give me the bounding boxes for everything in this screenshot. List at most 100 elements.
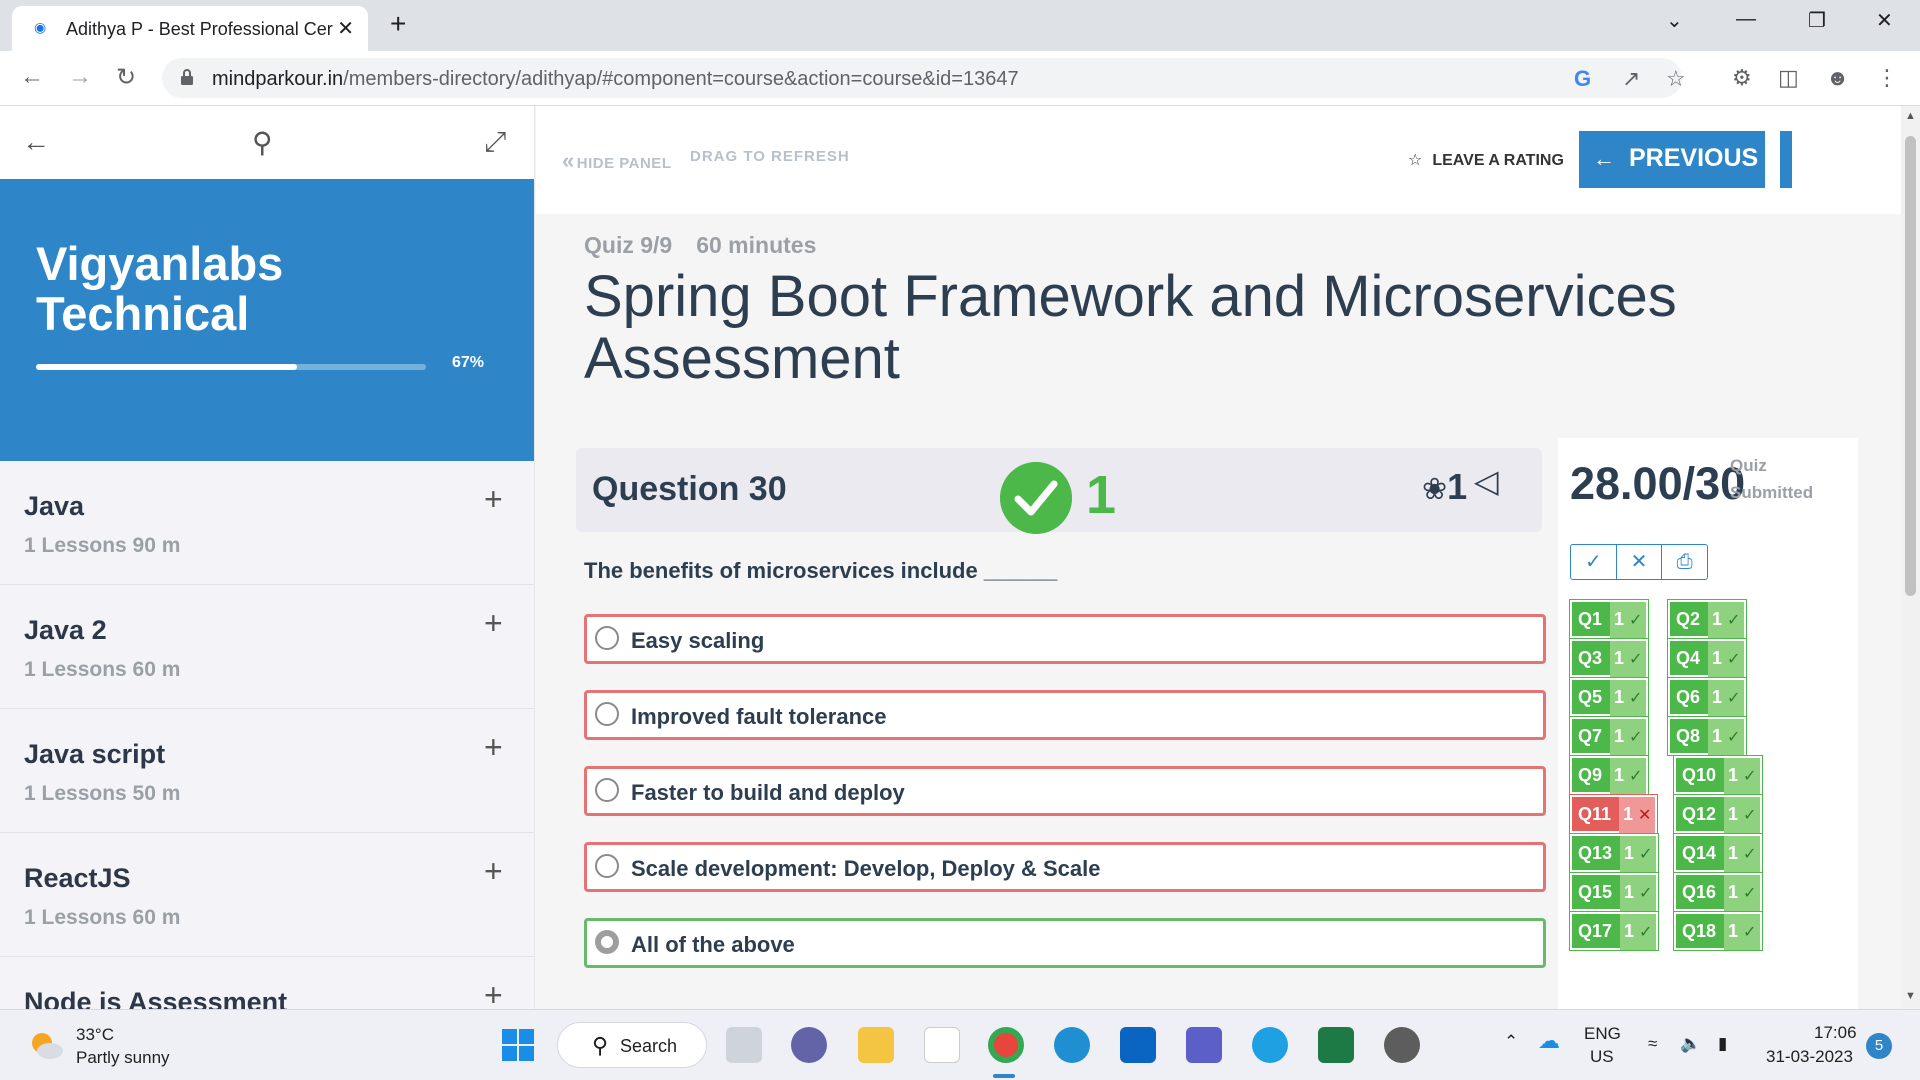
course-sidebar: ← ⚲ ⤢ Vigyanlabs Technical 67% Java 1 Le… (0, 106, 535, 1009)
hide-panel-button[interactable]: «HIDE PANEL (562, 148, 671, 174)
extensions-icon[interactable]: ⚙ (1732, 65, 1752, 91)
question-chip-q12[interactable]: Q12 1 ✓ (1674, 795, 1763, 833)
profile-avatar[interactable]: ☻ (1826, 65, 1849, 91)
arrow-left-icon[interactable]: ← (22, 126, 50, 158)
question-chip-q4[interactable]: Q4 1 ✓ (1668, 639, 1747, 677)
battery-icon[interactable]: ▮ (1718, 1034, 1727, 1054)
option-radio[interactable] (595, 702, 619, 726)
question-chip-q14[interactable]: Q14 1 ✓ (1674, 834, 1763, 872)
teams-icon[interactable] (1186, 1027, 1222, 1063)
lock-icon (181, 69, 193, 85)
print-icon[interactable]: ⎙ (1662, 545, 1707, 579)
chrome-icon[interactable] (988, 1027, 1024, 1063)
tab-search-chevron-icon[interactable]: ⌄ (1666, 8, 1683, 33)
window-close-icon[interactable]: ✕ (1876, 8, 1893, 33)
reload-icon[interactable]: ↻ (116, 63, 136, 92)
question-chip-q10[interactable]: Q10 1 ✓ (1674, 756, 1763, 794)
notification-badge[interactable]: 5 (1866, 1033, 1892, 1059)
question-chip-q17[interactable]: Q17 1 ✓ (1570, 912, 1659, 950)
flag-icon[interactable]: ◁ (1474, 462, 1499, 500)
excel-icon[interactable] (1318, 1027, 1354, 1063)
section-item-java-2[interactable]: Java 2 1 Lessons 60 m + (0, 585, 534, 709)
search-icon[interactable]: ⚲ (252, 126, 273, 159)
chip-points: 1 ✓ (1708, 602, 1745, 638)
question-chip-q8[interactable]: Q8 1 ✓ (1668, 717, 1747, 755)
scroll-down-icon[interactable]: ▼ (1905, 990, 1916, 1002)
task-view-icon[interactable] (726, 1027, 762, 1063)
new-tab-button[interactable]: + (390, 10, 406, 38)
question-chip-q16[interactable]: Q16 1 ✓ (1674, 873, 1763, 911)
expand-plus-icon[interactable]: + (484, 481, 503, 518)
section-title: Java (24, 491, 85, 521)
skype-icon[interactable] (1252, 1027, 1288, 1063)
filter-correct-check-icon[interactable]: ✓ (1571, 545, 1617, 579)
microsoft-store-icon[interactable] (924, 1027, 960, 1063)
question-chip-q15[interactable]: Q15 1 ✓ (1570, 873, 1659, 911)
question-chip-q5[interactable]: Q5 1 ✓ (1570, 678, 1649, 716)
scrollbar-thumb[interactable] (1905, 136, 1916, 596)
close-tab-icon[interactable]: ✕ (337, 16, 354, 41)
expand-plus-icon[interactable]: + (484, 605, 503, 642)
wifi-icon[interactable]: ≈ (1648, 1034, 1657, 1054)
option-radio[interactable] (595, 854, 619, 878)
google-icon[interactable]: G (1574, 66, 1591, 92)
section-item-reactjs[interactable]: ReactJS 1 Lessons 60 m + (0, 833, 534, 957)
share-icon[interactable]: ↗ (1622, 66, 1640, 92)
restore-icon[interactable]: ❐ (1808, 8, 1826, 33)
section-item-java-script[interactable]: Java script 1 Lessons 50 m + (0, 709, 534, 833)
option-radio[interactable] (595, 626, 619, 650)
expand-plus-icon[interactable]: + (484, 853, 503, 890)
page-scrollbar[interactable]: ▲ ▼ (1901, 106, 1920, 1009)
language-us[interactable]: US (1590, 1047, 1614, 1067)
question-chip-q13[interactable]: Q13 1 ✓ (1570, 834, 1659, 872)
option-radio-selected[interactable] (595, 930, 619, 954)
file-explorer-icon[interactable] (858, 1027, 894, 1063)
outlook-icon[interactable] (1120, 1027, 1156, 1063)
volume-muted-icon[interactable]: 🔈 (1680, 1034, 1701, 1054)
answer-option[interactable]: Scale development: Develop, Deploy & Sca… (584, 842, 1546, 892)
onedrive-cloud-icon[interactable]: ☁ (1538, 1028, 1560, 1054)
question-chip-q11[interactable]: Q11 1 ✕ (1570, 795, 1658, 833)
minimize-icon[interactable]: — (1736, 8, 1756, 31)
question-chip-q18[interactable]: Q18 1 ✓ (1674, 912, 1763, 950)
back-icon[interactable]: ← (20, 63, 44, 91)
answer-option[interactable]: Faster to build and deploy (584, 766, 1546, 816)
language-eng[interactable]: ENG (1584, 1024, 1621, 1044)
bookmark-star-icon[interactable]: ☆ (1666, 66, 1686, 92)
side-panel-icon[interactable]: ◫ (1778, 65, 1799, 91)
question-chip-q6[interactable]: Q6 1 ✓ (1668, 678, 1747, 716)
edge-icon[interactable] (1054, 1027, 1090, 1063)
scroll-up-icon[interactable]: ▲ (1905, 110, 1916, 122)
browser-tab[interactable]: ◉ Adithya P - Best Professional Cer ✕ (12, 6, 368, 51)
leave-rating-link[interactable]: ☆ LEAVE A RATING (1408, 150, 1564, 170)
expand-plus-icon[interactable]: + (484, 729, 503, 766)
previous-unit-button[interactable]: ← PREVIOUS UNIT (1579, 131, 1823, 188)
expand-icon[interactable]: ⤢ (484, 126, 506, 159)
check-icon: ✓ (1629, 768, 1643, 785)
taskbar-search[interactable]: ⚲ Search (557, 1022, 707, 1068)
next-unit-edge[interactable] (1780, 131, 1792, 188)
section-item-node-js[interactable]: Node js Assessment + (0, 957, 534, 1009)
address-bar[interactable]: mindparkour.in/members-directory/adithya… (162, 58, 1686, 98)
question-chip-q7[interactable]: Q7 1 ✓ (1570, 717, 1649, 755)
section-item-java[interactable]: Java 1 Lessons 90 m + (0, 461, 534, 585)
start-windows-icon[interactable] (500, 1027, 536, 1063)
meet-chat-icon[interactable] (791, 1027, 827, 1063)
expand-plus-icon[interactable]: + (484, 977, 503, 1009)
section-meta: 1 Lessons 90 m (24, 534, 181, 557)
filter-wrong-cross-icon[interactable]: ✕ (1617, 545, 1663, 579)
answer-option[interactable]: Easy scaling (584, 614, 1546, 664)
show-hidden-icons-chevron-icon[interactable]: ⌃ (1504, 1032, 1518, 1052)
settings-gear-icon[interactable] (1384, 1027, 1420, 1063)
question-chip-q3[interactable]: Q3 1 ✓ (1570, 639, 1649, 677)
menu-kebab-icon[interactable]: ⋮ (1876, 65, 1898, 91)
answer-option-correct[interactable]: All of the above (584, 918, 1546, 968)
clock-time[interactable]: 17:06 (1814, 1023, 1857, 1043)
question-chip-q2[interactable]: Q2 1 ✓ (1668, 600, 1747, 638)
clock-date[interactable]: 31-03-2023 (1766, 1047, 1853, 1067)
option-radio[interactable] (595, 778, 619, 802)
question-chip-q1[interactable]: Q1 1 ✓ (1570, 600, 1649, 638)
answer-option[interactable]: Improved fault tolerance (584, 690, 1546, 740)
forward-icon[interactable]: → (68, 63, 92, 91)
question-chip-q9[interactable]: Q9 1 ✓ (1570, 756, 1649, 794)
